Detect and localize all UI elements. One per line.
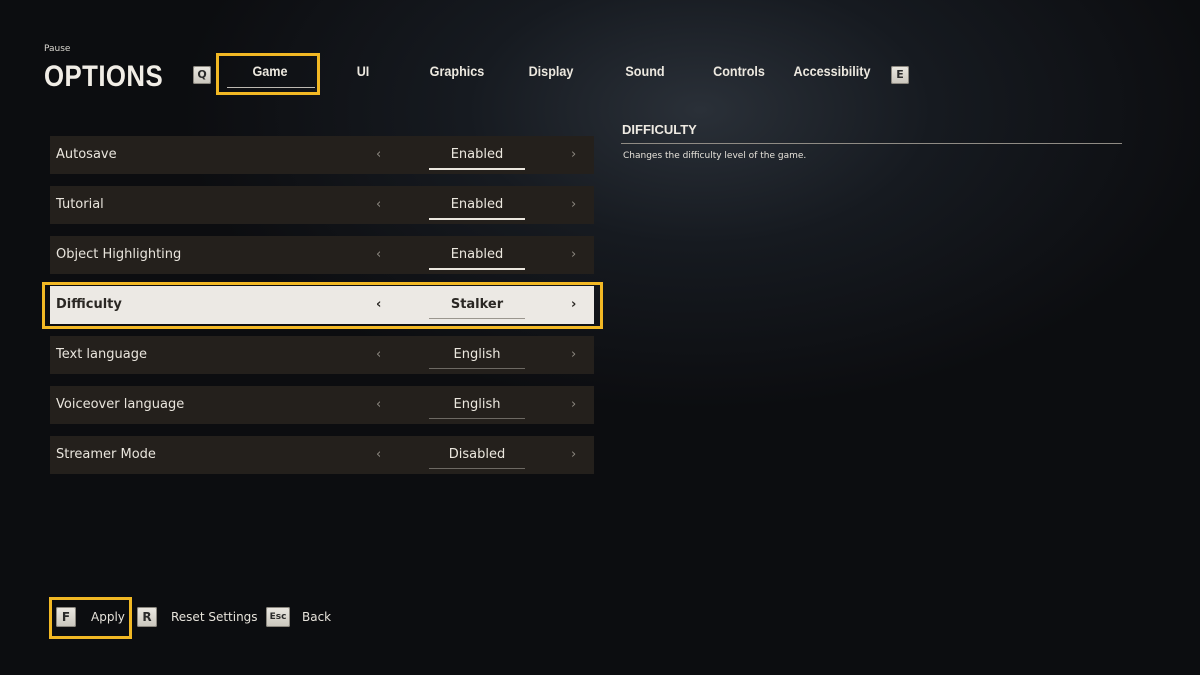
breadcrumb: Pause <box>44 44 71 54</box>
setting-label: Voiceover language <box>56 397 185 412</box>
setting-row-autosave[interactable]: Autosave ‹ Enabled › <box>50 136 594 174</box>
description-divider <box>621 143 1122 144</box>
setting-row-text-language[interactable]: Text language ‹ English › <box>50 336 594 374</box>
selected-row-frame <box>42 282 603 329</box>
option-indicator <box>429 468 525 469</box>
tab-active-underline <box>227 87 315 88</box>
next-tab-key[interactable]: E <box>891 66 909 84</box>
chevron-left-icon[interactable]: ‹ <box>376 236 381 274</box>
back-button[interactable]: Back <box>302 610 331 624</box>
option-indicator <box>429 268 525 270</box>
tab-sound[interactable]: Sound <box>619 60 671 82</box>
page-title: OPTIONS <box>44 60 164 93</box>
description-text: Changes the difficulty level of the game… <box>623 151 807 161</box>
apply-key[interactable]: F <box>56 607 76 627</box>
reset-key[interactable]: R <box>137 607 157 627</box>
chevron-left-icon[interactable]: ‹ <box>376 386 381 424</box>
chevron-right-icon[interactable]: › <box>571 236 576 274</box>
chevron-right-icon[interactable]: › <box>571 436 576 474</box>
apply-button[interactable]: Apply <box>91 610 125 624</box>
back-key[interactable]: Esc <box>266 607 290 627</box>
tab-ui[interactable]: UI <box>345 60 381 82</box>
setting-row-voiceover-language[interactable]: Voiceover language ‹ English › <box>50 386 594 424</box>
reset-settings-button[interactable]: Reset Settings <box>171 610 258 624</box>
chevron-right-icon[interactable]: › <box>571 136 576 174</box>
tab-accessibility[interactable]: Accessibility <box>792 60 873 82</box>
tab-display[interactable]: Display <box>523 60 579 82</box>
chevron-right-icon[interactable]: › <box>571 336 576 374</box>
chevron-left-icon[interactable]: ‹ <box>376 436 381 474</box>
setting-row-tutorial[interactable]: Tutorial ‹ Enabled › <box>50 186 594 224</box>
option-indicator <box>429 368 525 369</box>
description-title: DIFFICULTY <box>622 122 697 137</box>
setting-row-streamer-mode[interactable]: Streamer Mode ‹ Disabled › <box>50 436 594 474</box>
chevron-left-icon[interactable]: ‹ <box>376 136 381 174</box>
setting-label: Autosave <box>56 147 117 162</box>
prev-tab-key[interactable]: Q <box>193 66 211 84</box>
option-indicator <box>429 168 525 170</box>
setting-label: Text language <box>56 347 147 362</box>
option-indicator <box>429 218 525 220</box>
setting-label: Object Highlighting <box>56 247 182 262</box>
tab-game[interactable]: Game <box>234 60 306 82</box>
chevron-left-icon[interactable]: ‹ <box>376 336 381 374</box>
chevron-right-icon[interactable]: › <box>571 186 576 224</box>
setting-label: Streamer Mode <box>56 447 156 462</box>
tab-graphics[interactable]: Graphics <box>424 60 491 82</box>
chevron-left-icon[interactable]: ‹ <box>376 186 381 224</box>
option-indicator <box>429 418 525 419</box>
chevron-right-icon[interactable]: › <box>571 386 576 424</box>
setting-label: Tutorial <box>56 197 104 212</box>
tab-controls[interactable]: Controls <box>706 60 773 82</box>
setting-row-object-highlighting[interactable]: Object Highlighting ‹ Enabled › <box>50 236 594 274</box>
